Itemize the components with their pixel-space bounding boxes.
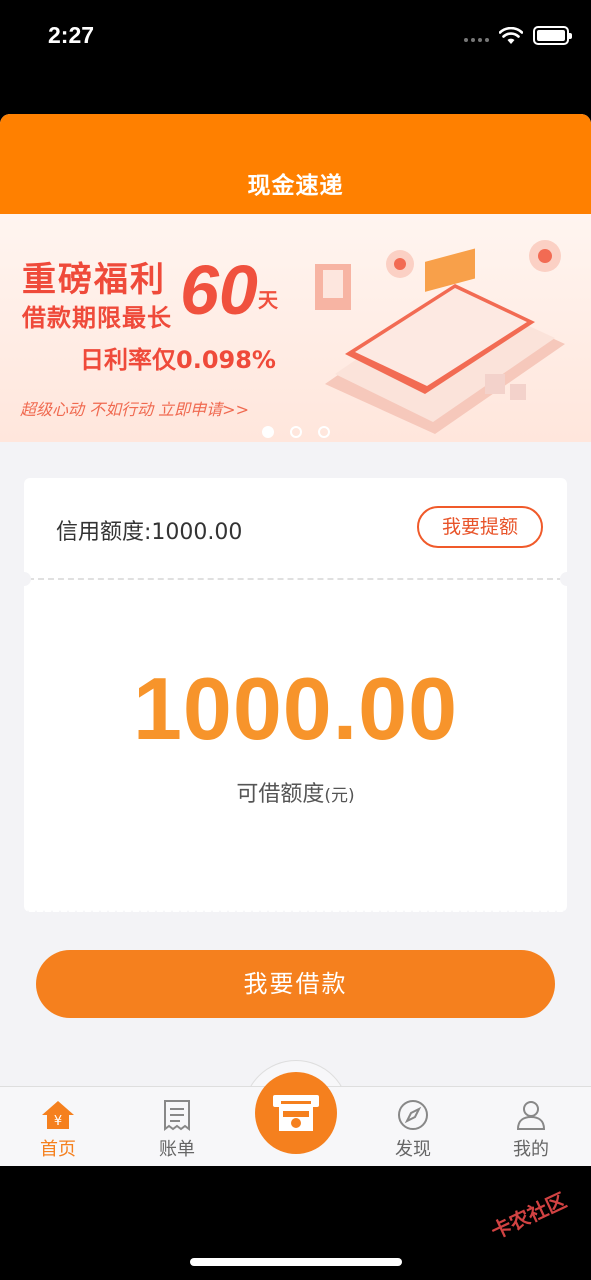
tab-label: 首页 — [40, 1139, 76, 1160]
tab-label: 我的 — [513, 1139, 549, 1160]
status-bar: 2:27 — [0, 0, 591, 74]
banner-day-unit: 天 — [258, 288, 278, 312]
status-time: 2:27 — [48, 22, 95, 48]
amount-unit: (元) — [324, 786, 355, 806]
home-indicator[interactable] — [190, 1258, 402, 1266]
banner-number: 60 — [180, 251, 258, 329]
pagination-dot[interactable] — [317, 426, 330, 438]
tab-mine[interactable]: 我的 — [491, 1099, 571, 1161]
borrow-button[interactable]: 我要借款 — [36, 950, 555, 1018]
wifi-icon — [499, 26, 523, 44]
battery-icon — [533, 26, 572, 45]
credit-limit-label: 信用额度:1000.00 — [56, 520, 243, 545]
cash-machine-icon — [273, 1095, 319, 1131]
banner-pagination — [0, 426, 591, 438]
banner-headline: 重磅福利 — [22, 260, 166, 300]
watermark-logo: 卡农社区 — [487, 1188, 570, 1244]
page-title: 现金速递 — [247, 173, 344, 199]
banner-phone-illustration — [315, 240, 565, 434]
ticket-zigzag-edge — [24, 910, 567, 918]
banner-rate-text: 日利率仅0.098% — [80, 346, 276, 374]
tab-home[interactable]: ¥ 首页 — [18, 1099, 98, 1161]
phone-screen: 2:27 现金速递 重磅福利 借款期限最长 60 天 日利率仅0.098% 超级… — [0, 0, 591, 1280]
tab-discover[interactable]: 发现 — [373, 1099, 453, 1161]
compass-icon — [398, 1100, 428, 1130]
credit-card-panel: 信用额度:1000.00 我要提额 1000.00 可借额度(元) — [17, 478, 574, 918]
ticket-notch — [560, 572, 574, 586]
signal-icon — [464, 30, 489, 42]
user-icon — [516, 1101, 546, 1130]
svg-text:¥: ¥ — [54, 1114, 62, 1129]
dashed-divider — [28, 578, 563, 580]
promo-banner[interactable]: 重磅福利 借款期限最长 60 天 日利率仅0.098% 超级心动 不如行动 立即… — [0, 214, 591, 442]
available-amount: 1000.00 — [132, 659, 459, 758]
ticket-notch — [17, 572, 31, 586]
pagination-dot[interactable] — [289, 426, 302, 438]
tab-label: 账单 — [159, 1139, 195, 1160]
amount-label-text: 可借额度 — [236, 782, 325, 807]
available-amount-label: 可借额度(元) — [24, 776, 567, 808]
nav-bar: 现金速递 — [0, 114, 591, 214]
status-icons — [464, 26, 572, 45]
raise-limit-button[interactable]: 我要提额 — [417, 506, 543, 548]
app-view: 现金速递 重磅福利 借款期限最长 60 天 日利率仅0.098% 超级心动 不如… — [0, 114, 591, 1166]
tab-label: 发现 — [395, 1139, 431, 1160]
tab-center-loan-button[interactable] — [255, 1072, 337, 1154]
bill-icon — [164, 1100, 190, 1131]
tab-bill[interactable]: 账单 — [137, 1099, 217, 1161]
banner-cta-text: 超级心动 不如行动 立即申请>> — [20, 400, 249, 419]
pagination-dot[interactable] — [261, 426, 274, 438]
banner-term-text: 借款期限最长 — [22, 304, 172, 332]
home-icon: ¥ — [42, 1101, 74, 1129]
